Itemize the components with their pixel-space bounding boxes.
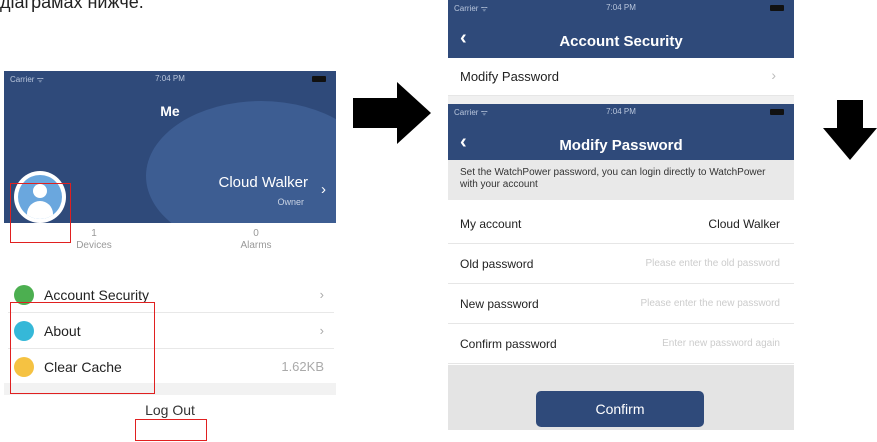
new-password-field[interactable]: Please enter the new password	[640, 298, 780, 309]
alarms-label: Alarms	[240, 240, 272, 251]
arrow-down-icon	[823, 100, 877, 160]
user-role: Owner	[277, 197, 304, 207]
my-account-label: My account	[460, 216, 522, 231]
header-decoration	[146, 101, 336, 223]
page-title: Me	[160, 103, 180, 119]
confirm-password-field[interactable]: Enter new password again	[662, 338, 780, 349]
confirm-password-row[interactable]: Confirm password Enter new password agai…	[448, 324, 794, 364]
page-title: Modify Password	[559, 137, 683, 154]
battery-icon	[312, 76, 326, 82]
modify-password-label: Modify Password	[460, 69, 559, 84]
page-title: Account Security	[559, 33, 683, 50]
chevron-right-icon[interactable]: ›	[321, 181, 326, 198]
new-password-row[interactable]: New password Please enter the new passwo…	[448, 284, 794, 324]
menu-item-label: Account Security	[44, 286, 150, 303]
confirm-button[interactable]: Confirm	[536, 391, 704, 427]
status-time: 7:04 PM	[155, 74, 185, 83]
battery-icon	[770, 5, 784, 11]
password-hint: Set the WatchPower password, you can log…	[448, 160, 794, 200]
account-security-navbar: Carrier ᯤ 7:04 PM ‹ Account Security	[448, 0, 794, 58]
highlight-box-menu	[10, 302, 155, 394]
status-bar: Carrier ᯤ 7:04 PM	[448, 104, 794, 120]
old-password-label: Old password	[460, 256, 534, 271]
modify-password-row[interactable]: Modify Password	[448, 58, 794, 96]
caption-text: діаграмах нижче.	[0, 0, 144, 12]
password-screens: Carrier ᯤ 7:04 PM ‹ Account Security Mod…	[448, 0, 794, 430]
my-account-value: Cloud Walker	[708, 216, 780, 231]
battery-icon	[770, 109, 784, 115]
modify-password-navbar: Carrier ᯤ 7:04 PM ‹ Modify Password	[448, 104, 794, 162]
old-password-row[interactable]: Old password Please enter the old passwo…	[448, 244, 794, 284]
status-time: 7:04 PM	[606, 107, 636, 116]
chevron-right-icon: ›	[771, 67, 776, 83]
arrow-right-icon	[353, 82, 431, 144]
section-divider	[448, 96, 794, 104]
highlight-box-logout	[135, 419, 207, 441]
cache-size: 1.62KB	[281, 359, 324, 374]
user-name[interactable]: Cloud Walker	[219, 174, 308, 191]
my-account-row: My account Cloud Walker	[448, 204, 794, 244]
status-bar: Carrier ᯤ 7:04 PM	[4, 71, 336, 87]
highlight-box-avatar	[10, 183, 71, 243]
alarms-count: 0	[253, 228, 259, 239]
status-bar: Carrier ᯤ 7:04 PM	[448, 0, 794, 16]
chevron-right-icon: ›	[319, 287, 324, 302]
status-time: 7:04 PM	[606, 3, 636, 12]
chevron-right-icon: ›	[319, 323, 324, 338]
new-password-label: New password	[460, 296, 539, 311]
logout-button[interactable]: Log Out	[4, 402, 336, 418]
alarms-stat[interactable]: 0 Alarms	[196, 228, 316, 252]
confirm-password-label: Confirm password	[460, 336, 557, 351]
old-password-field[interactable]: Please enter the old password	[645, 258, 780, 269]
